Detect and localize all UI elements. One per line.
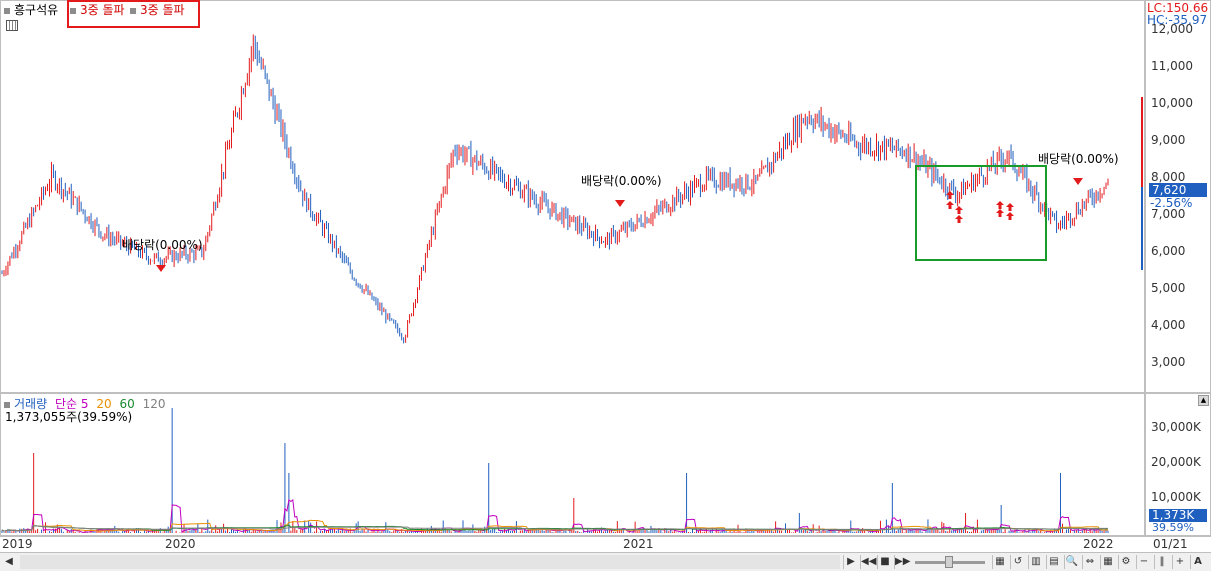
dividend-label-1: 배당락(0.00%) bbox=[122, 238, 203, 252]
price-tick: 9,000 bbox=[1151, 133, 1186, 147]
expand-icon[interactable]: ▤ bbox=[1046, 555, 1061, 569]
time-label-right: 01/21 bbox=[1153, 537, 1188, 551]
volume-panel-collapse-icon[interactable]: ▲ bbox=[1198, 395, 1209, 406]
price-tick: 4,000 bbox=[1151, 318, 1186, 332]
dividend-label-2: 배당락(0.00%) bbox=[581, 174, 662, 188]
zoom-slider-handle[interactable] bbox=[945, 556, 953, 568]
magnifier-icon[interactable]: 🔍 bbox=[1064, 555, 1079, 569]
time-label-2020: 2020 bbox=[165, 537, 196, 551]
price-tick: 5,000 bbox=[1151, 281, 1186, 295]
range-icon[interactable]: ⇔ bbox=[1082, 555, 1097, 569]
volume-tick: 30,000K bbox=[1151, 420, 1201, 434]
time-label-2022: 2022 bbox=[1083, 537, 1114, 551]
scroll-right-icon[interactable]: ▶ bbox=[843, 555, 858, 569]
price-tick: 11,000 bbox=[1151, 59, 1193, 73]
zoom-out-icon[interactable]: − bbox=[1136, 555, 1151, 569]
grid-icon[interactable]: ▦ bbox=[1100, 555, 1115, 569]
dividend-arrow-icon bbox=[156, 265, 166, 272]
settings-icon[interactable]: ⚙ bbox=[1118, 555, 1133, 569]
dividend-arrow-icon bbox=[615, 200, 625, 207]
price-tick: 12,000 bbox=[1151, 22, 1193, 36]
scroll-left-icon[interactable]: ◀ bbox=[2, 555, 16, 569]
volume-tick: 10,000K bbox=[1151, 490, 1201, 504]
dividend-arrow-icon bbox=[1073, 178, 1083, 185]
reduce-icon[interactable]: ▥ bbox=[1028, 555, 1043, 569]
volume-chart[interactable] bbox=[0, 393, 1140, 536]
highlight-box bbox=[915, 165, 1047, 261]
price-tick: 6,000 bbox=[1151, 244, 1186, 258]
stop-icon[interactable]: ■ bbox=[877, 555, 892, 569]
volume-tick: 20,000K bbox=[1151, 455, 1201, 469]
scroll-track[interactable] bbox=[20, 555, 840, 569]
fit-icon[interactable]: ‖ bbox=[1154, 555, 1169, 569]
time-label-2021: 2021 bbox=[623, 537, 654, 551]
change-pct-label: -2.56% bbox=[1150, 196, 1193, 210]
rewind-icon[interactable]: ◀◀ bbox=[860, 555, 876, 569]
fast-forward-icon[interactable]: ▶▶ bbox=[894, 555, 910, 569]
font-size-icon[interactable]: A bbox=[1190, 555, 1205, 569]
chart-type-icon[interactable]: ▦ bbox=[992, 555, 1007, 569]
volume-current-pct: 39.59% bbox=[1152, 521, 1194, 534]
lc-range-bar bbox=[1141, 97, 1143, 187]
restore-icon[interactable]: ↺ bbox=[1010, 555, 1025, 569]
zoom-in-icon[interactable]: + bbox=[1172, 555, 1187, 569]
hc-range-bar bbox=[1141, 187, 1143, 270]
time-label-2019: 2019 bbox=[2, 537, 33, 551]
price-tick: 3,000 bbox=[1151, 355, 1186, 369]
price-tick: 10,000 bbox=[1151, 96, 1193, 110]
current-price-box: 7,620 bbox=[1149, 183, 1207, 197]
price-tick: 8,000 bbox=[1151, 170, 1186, 184]
dividend-label-3: 배당락(0.00%) bbox=[1038, 152, 1119, 166]
